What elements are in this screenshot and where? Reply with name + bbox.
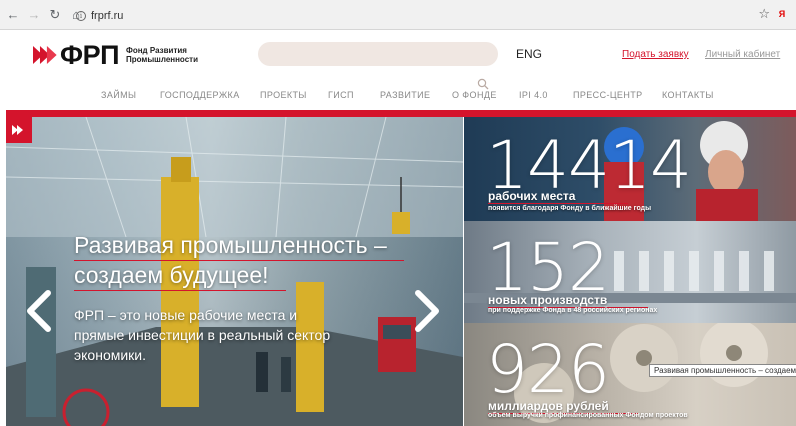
stat-caption: появится благодаря Фонду в ближайшие год… — [488, 205, 652, 212]
stat-number: 926 — [486, 331, 610, 408]
menu-item-about[interactable]: О фонде — [452, 90, 497, 100]
apply-link[interactable]: Подать заявку — [622, 49, 689, 60]
hero-title-line2: создаем будущее! — [74, 262, 269, 288]
browser-toolbar: ← → ↻ ⌂ i frprf.ru ☆ Я — [0, 0, 796, 30]
stat-label: рабочих места — [488, 189, 576, 203]
menu-item-contacts[interactable]: Контакты — [662, 90, 714, 100]
logo-text: ФРП — [60, 40, 119, 70]
language-switch[interactable]: ENG — [516, 47, 542, 61]
menu-item-loans[interactable]: Займы — [101, 90, 136, 100]
back-arrow-icon[interactable]: ← — [5, 7, 21, 23]
hero-badge — [6, 117, 32, 143]
logo-arrows-icon — [12, 125, 23, 135]
stat-label: миллиардов рублей — [488, 399, 609, 413]
accent-bar — [6, 110, 796, 117]
stat-jobs[interactable]: 14414 рабочих места появится благодаря Ф… — [464, 117, 796, 221]
address-bar[interactable]: i frprf.ru — [76, 6, 778, 25]
logo-arrows-icon — [33, 45, 57, 65]
menu-item-development[interactable]: Развитие — [380, 90, 430, 100]
stat-productions[interactable]: 152 новых производств при поддержке Фонд… — [464, 221, 796, 323]
slider-next-arrow-icon[interactable] — [412, 289, 442, 333]
menu-item-projects[interactable]: Проекты — [260, 90, 307, 100]
stat-number: 152 — [486, 229, 610, 306]
hover-tooltip: Развивая промышленность – создаем буду — [649, 364, 796, 377]
stat-caption: объем выручки профинансированных Фондом … — [488, 412, 688, 419]
logo-subtitle-line2: Промышленности — [126, 55, 198, 64]
stat-caption: при поддержке Фонда в 48 российских реги… — [488, 307, 658, 314]
site-header: ФРП Фонд Развития Промышленности ENG Под… — [0, 30, 796, 90]
personal-cabinet-link[interactable]: Личный кабинет — [705, 49, 780, 60]
bookmark-star-icon[interactable]: ☆ — [758, 7, 770, 20]
menu-item-gisp[interactable]: ГИСП — [328, 90, 354, 100]
hero-title-line1: Развивая промышленность – — [74, 232, 387, 258]
hero-slider: Развивая промышленность – создаем будуще… — [6, 117, 463, 426]
menu-item-ipi[interactable]: IPI 4.0 — [519, 90, 548, 100]
slider-prev-arrow-icon[interactable] — [24, 289, 54, 333]
info-icon[interactable]: i — [76, 10, 86, 21]
hero-description: ФРП – это новые рабочие места и прямые и… — [74, 307, 331, 363]
reload-icon[interactable]: ↻ — [47, 7, 63, 23]
search-input[interactable] — [258, 42, 498, 66]
hero-title-underline — [74, 260, 404, 261]
logo-subtitle: Фонд Развития Промышленности — [126, 46, 198, 64]
logo-subtitle-line1: Фонд Развития — [126, 46, 187, 55]
menu-item-press-center[interactable]: Пресс-центр — [573, 90, 643, 100]
stat-label: новых производств — [488, 293, 608, 307]
yandex-extension-icon[interactable]: Я — [776, 8, 788, 20]
url-text: frprf.ru — [91, 9, 124, 22]
logo[interactable]: ФРП Фонд Развития Промышленности — [33, 40, 198, 70]
forward-arrow-icon[interactable]: → — [26, 7, 42, 23]
menu-item-state-support[interactable]: Господдержка — [160, 90, 240, 100]
stat-underline — [488, 203, 628, 204]
hero-title-underline — [74, 290, 286, 291]
search-icon[interactable] — [477, 78, 489, 90]
